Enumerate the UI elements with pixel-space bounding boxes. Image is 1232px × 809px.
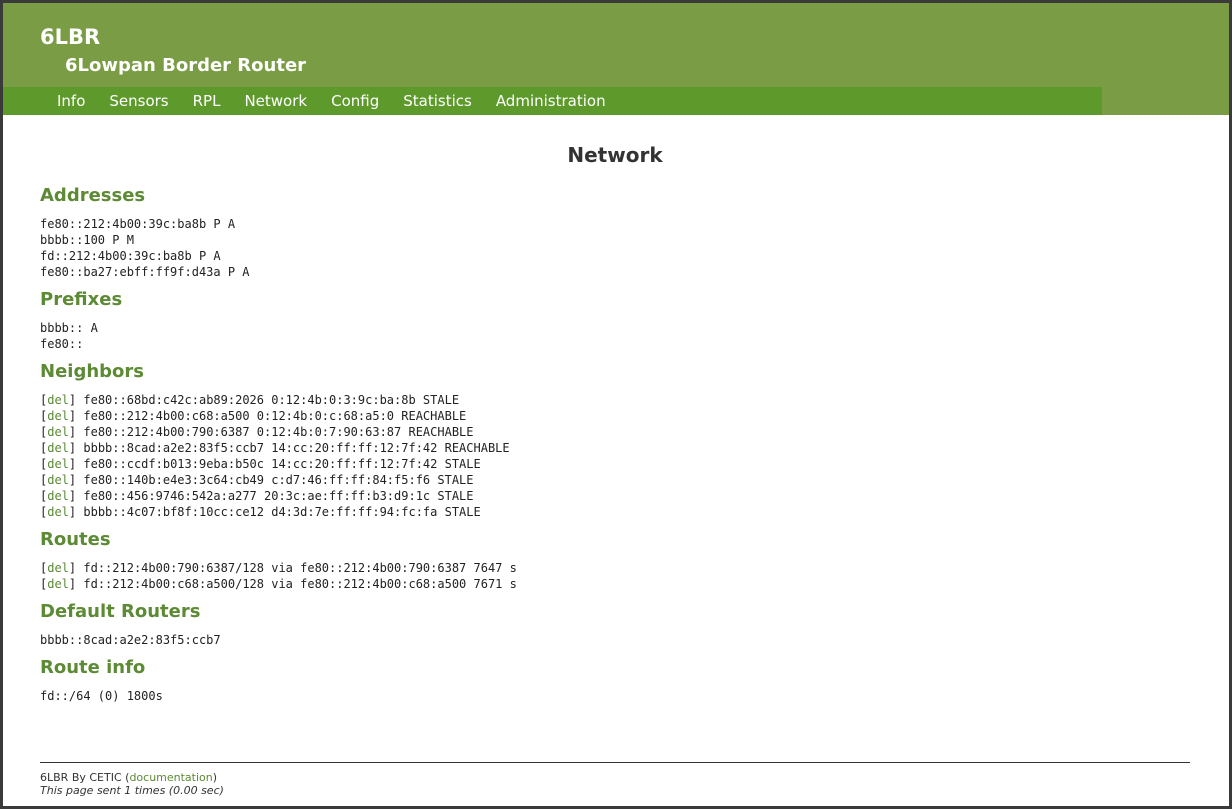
main-content: Network Addresses fe80::212:4b00:39c:ba8… [40, 115, 1190, 704]
neighbors-heading: Neighbors [40, 361, 144, 382]
route-row: [del] fd::212:4b00:c68:a500/128 via fe80… [40, 577, 517, 591]
delete-route-link[interactable]: del [47, 577, 69, 591]
delete-route-link[interactable]: del [47, 561, 69, 575]
default-routers-section: Default Routers bbbb::8cad:a2e2:83f5:ccb… [40, 600, 1190, 648]
nav-config[interactable]: Config [331, 92, 379, 110]
delete-neighbor-link[interactable]: del [47, 489, 69, 503]
neighbor-row: [del] fe80::456:9746:542a:a277 20:3c:ae:… [40, 489, 474, 503]
default-routers-list: bbbb::8cad:a2e2:83f5:ccb7 [40, 632, 1190, 648]
documentation-link[interactable]: documentation [129, 771, 212, 784]
addresses-heading: Addresses [40, 185, 146, 206]
route-row: [del] fd::212:4b00:790:6387/128 via fe80… [40, 561, 517, 575]
route-entry: fd::212:4b00:790:6387/128 via fe80::212:… [83, 561, 517, 575]
prefixes-list: bbbb:: A fe80:: [40, 320, 1190, 352]
nav-administration[interactable]: Administration [496, 92, 606, 110]
browser-frame: 6LBR 6Lowpan Border Router Info Sensors … [0, 0, 1232, 809]
default-router-line: bbbb::8cad:a2e2:83f5:ccb7 [40, 633, 221, 647]
page-title: Network [567, 143, 663, 167]
main-nav: Info Sensors RPL Network Config Statisti… [3, 87, 1102, 115]
page-footer: 6LBR By CETIC (documentation) This page … [40, 771, 224, 797]
route-info-list: fd::/64 (0) 1800s [40, 688, 1190, 704]
neighbor-row: [del] bbbb::8cad:a2e2:83f5:ccb7 14:cc:20… [40, 441, 510, 455]
neighbor-entry: fe80::456:9746:542a:a277 20:3c:ae:ff:ff:… [83, 489, 474, 503]
route-info-heading: Route info [40, 657, 146, 678]
neighbor-row: [del] fe80::212:4b00:790:6387 0:12:4b:0:… [40, 425, 474, 439]
nav-rpl[interactable]: RPL [193, 92, 221, 110]
neighbor-row: [del] fe80::212:4b00:c68:a500 0:12:4b:0:… [40, 409, 467, 423]
neighbors-section: Neighbors [del] fe80::68bd:c42c:ab89:202… [40, 360, 1190, 520]
route-entry: fd::212:4b00:c68:a500/128 via fe80::212:… [83, 577, 517, 591]
prefixes-section: Prefixes bbbb:: A fe80:: [40, 288, 1190, 352]
neighbor-row: [del] fe80::ccdf:b013:9eba:b50c 14:cc:20… [40, 457, 481, 471]
neighbor-row: [del] bbbb::4c07:bf8f:10cc:ce12 d4:3d:7e… [40, 505, 481, 519]
route-info-section: Route info fd::/64 (0) 1800s [40, 656, 1190, 704]
neighbor-row: [del] fe80::68bd:c42c:ab89:2026 0:12:4b:… [40, 393, 460, 407]
delete-neighbor-link[interactable]: del [47, 505, 69, 519]
routes-heading: Routes [40, 529, 111, 550]
nav-network[interactable]: Network [244, 92, 307, 110]
neighbors-list: [del] fe80::68bd:c42c:ab89:2026 0:12:4b:… [40, 392, 1190, 520]
site-logo: 6LBR [40, 25, 101, 49]
neighbor-entry: fe80::ccdf:b013:9eba:b50c 14:cc:20:ff:ff… [83, 457, 481, 471]
address-line: fe80::ba27:ebff:ff9f:d43a P A [40, 265, 250, 279]
footer-credit-suffix: ) [212, 771, 218, 784]
site-header: 6LBR 6Lowpan Border Router Info Sensors … [3, 3, 1229, 115]
delete-neighbor-link[interactable]: del [47, 441, 69, 455]
delete-neighbor-link[interactable]: del [47, 425, 69, 439]
neighbor-entry: bbbb::8cad:a2e2:83f5:ccb7 14:cc:20:ff:ff… [83, 441, 510, 455]
delete-neighbor-link[interactable]: del [47, 457, 69, 471]
prefixes-heading: Prefixes [40, 289, 123, 310]
routes-list: [del] fd::212:4b00:790:6387/128 via fe80… [40, 560, 1190, 592]
footer-sent-info: This page sent 1 times (0.00 sec) [40, 784, 224, 797]
neighbor-entry: fe80::140b:e4e3:3c64:cb49 c:d7:46:ff:ff:… [83, 473, 474, 487]
routes-section: Routes [del] fd::212:4b00:790:6387/128 v… [40, 528, 1190, 592]
neighbor-entry: bbbb::4c07:bf8f:10cc:ce12 d4:3d:7e:ff:ff… [83, 505, 481, 519]
nav-statistics[interactable]: Statistics [403, 92, 472, 110]
nav-sensors[interactable]: Sensors [109, 92, 168, 110]
delete-neighbor-link[interactable]: del [47, 473, 69, 487]
neighbor-entry: fe80::212:4b00:c68:a500 0:12:4b:0:c:68:a… [83, 409, 467, 423]
prefix-line: fe80:: [40, 337, 84, 351]
prefix-line: bbbb:: A [40, 321, 98, 335]
delete-neighbor-link[interactable]: del [47, 393, 69, 407]
delete-neighbor-link[interactable]: del [47, 409, 69, 423]
addresses-list: fe80::212:4b00:39c:ba8b P A bbbb::100 P … [40, 216, 1190, 280]
neighbor-row: [del] fe80::140b:e4e3:3c64:cb49 c:d7:46:… [40, 473, 474, 487]
address-line: fe80::212:4b00:39c:ba8b P A [40, 217, 236, 231]
default-routers-heading: Default Routers [40, 601, 201, 622]
footer-credit: 6LBR By CETIC (documentation) [40, 771, 224, 784]
site-subtitle: 6Lowpan Border Router [65, 55, 307, 76]
neighbor-entry: fe80::212:4b00:790:6387 0:12:4b:0:7:90:6… [83, 425, 474, 439]
nav-info[interactable]: Info [57, 92, 85, 110]
neighbor-entry: fe80::68bd:c42c:ab89:2026 0:12:4b:0:3:9c… [83, 393, 460, 407]
footer-divider [40, 762, 1190, 763]
address-line: bbbb::100 P M [40, 233, 134, 247]
footer-credit-prefix: 6LBR By CETIC ( [40, 771, 130, 784]
address-line: fd::212:4b00:39c:ba8b P A [40, 249, 221, 263]
addresses-section: Addresses fe80::212:4b00:39c:ba8b P A bb… [40, 184, 1190, 280]
route-info-line: fd::/64 (0) 1800s [40, 689, 163, 703]
